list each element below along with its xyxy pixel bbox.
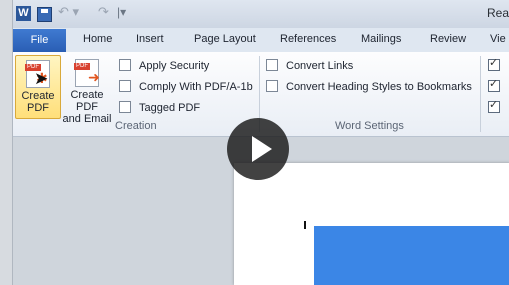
create-pdf-email-label-2: and Email <box>62 113 112 125</box>
play-icon[interactable] <box>227 118 289 180</box>
window-title: Rea <box>487 6 509 20</box>
tab-file[interactable]: File <box>13 29 66 52</box>
tab-insert[interactable]: Insert <box>136 33 164 45</box>
video-player[interactable]: W ↶ ▾ ↷ |▾ Rea File Home Insert Page Lay… <box>0 0 509 285</box>
title-bar: W ↶ ▾ ↷ |▾ Rea <box>13 0 509 28</box>
tab-home[interactable]: Home <box>83 33 112 45</box>
word-app-icon[interactable]: W <box>16 6 31 21</box>
word-settings-group-label: Word Settings <box>335 120 404 132</box>
tagged-pdf-checkbox[interactable]: Tagged PDF <box>119 100 200 116</box>
tab-view[interactable]: Vie <box>490 33 506 45</box>
group-divider <box>480 56 481 132</box>
convert-headings-checkbox[interactable]: Convert Heading Styles to Bookmarks <box>266 79 472 95</box>
document-page[interactable] <box>234 163 509 285</box>
checked-checkbox-icon <box>488 77 500 93</box>
tab-review[interactable]: Review <box>430 33 466 45</box>
checkbox-icon <box>266 59 278 72</box>
apply-security-checkbox[interactable]: Apply Security <box>119 58 209 74</box>
tab-references[interactable]: References <box>280 33 336 45</box>
tab-mailings[interactable]: Mailings <box>361 33 401 45</box>
ribbon-tabs: File Home Insert Page Layout References … <box>13 28 509 52</box>
redo-icon[interactable]: ↷ <box>98 4 109 20</box>
text-caret <box>304 221 306 229</box>
create-pdf-label-2: PDF <box>27 102 49 114</box>
right-checkbox-2[interactable] <box>488 77 508 95</box>
right-checkbox-3[interactable] <box>488 98 508 116</box>
right-checkbox-1[interactable] <box>488 56 508 74</box>
checked-checkbox-icon <box>488 98 500 114</box>
create-pdf-email-label-1: Create PDF <box>70 89 104 113</box>
undo-icon[interactable]: ↶ ▾ <box>58 4 79 20</box>
tab-page-layout[interactable]: Page Layout <box>194 33 256 45</box>
blue-image-block[interactable] <box>314 226 509 285</box>
create-pdf-label-1: Create <box>21 90 55 102</box>
creation-group-label: Creation <box>115 120 157 132</box>
checked-checkbox-icon <box>488 56 500 72</box>
checkbox-icon <box>119 59 131 72</box>
create-pdf-email-button[interactable]: PDF ➜ Create PDF and Email <box>59 55 115 125</box>
checkbox-icon <box>119 101 131 114</box>
convert-links-checkbox[interactable]: Convert Links <box>266 58 353 74</box>
comply-pdfa-checkbox[interactable]: Comply With PDF/A-1b <box>119 79 253 95</box>
save-icon[interactable] <box>37 7 52 22</box>
mouse-pointer-icon: ➤ <box>34 69 49 88</box>
create-pdf-email-icon: PDF ➜ <box>74 59 100 87</box>
customize-qat-icon[interactable]: |▾ <box>117 5 126 19</box>
checkbox-icon <box>119 80 131 93</box>
checkbox-icon <box>266 80 278 93</box>
